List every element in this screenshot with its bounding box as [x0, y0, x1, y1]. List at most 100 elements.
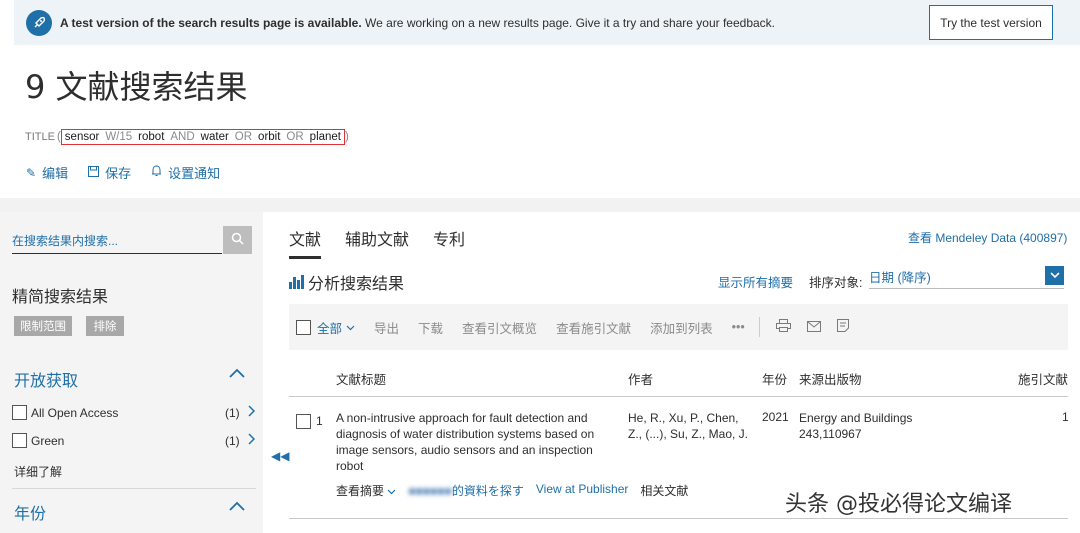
column-year[interactable]: 年份: [762, 369, 787, 388]
search-within-input[interactable]: 在搜索结果内搜索...: [12, 228, 222, 254]
try-test-version-button[interactable]: Try the test version: [929, 5, 1053, 40]
view-abstract-link[interactable]: 查看摘要: [336, 482, 396, 499]
learn-more-link[interactable]: 详细了解: [14, 463, 62, 480]
query-operator: AND: [170, 131, 195, 143]
download-button[interactable]: 下载: [418, 318, 443, 337]
bibliography-icon[interactable]: [836, 319, 849, 335]
filter-green[interactable]: Green (1): [12, 433, 257, 448]
column-title[interactable]: 文献标题: [336, 369, 386, 388]
analyze-label: 分析搜索结果: [308, 276, 405, 293]
tab-secondary-documents[interactable]: 辅助文献: [345, 226, 409, 259]
result-cited-count[interactable]: 1: [1062, 410, 1069, 424]
query-operator: OR: [234, 131, 253, 143]
test-version-banner: A test version of the search results pag…: [14, 0, 1080, 45]
section-divider: [0, 198, 1080, 212]
mendeley-data-link[interactable]: 查看 Mendeley Data (400897): [908, 229, 1067, 246]
toolbar-separator: [758, 317, 760, 337]
checkbox[interactable]: [12, 405, 27, 420]
view-abstract-label: 查看摘要: [336, 484, 385, 498]
query-operator: W/15: [105, 131, 133, 143]
select-all-dropdown[interactable]: 全部: [296, 318, 355, 337]
banner-message: A test version of the search results pag…: [60, 16, 775, 30]
query-highlight-box: sensor W/15 robot AND water OR orbit OR …: [60, 129, 346, 145]
chevron-down-icon[interactable]: [1045, 266, 1064, 285]
checkbox[interactable]: [12, 433, 27, 448]
sort-value: 日期 (降序): [869, 270, 931, 285]
filter-count: (1): [225, 405, 240, 420]
alert-label: 设置通知: [168, 166, 221, 181]
open-access-title[interactable]: 开放获取: [14, 367, 78, 391]
search-within-button[interactable]: [223, 226, 252, 254]
source-title[interactable]: Energy and Buildings: [799, 410, 912, 426]
refine-title: 精简搜索结果: [12, 289, 109, 306]
year-title[interactable]: 年份: [14, 500, 46, 524]
save-label: 保存: [105, 166, 132, 181]
find-resource-label: 的資料を探す: [451, 484, 524, 498]
chevron-down-icon: [387, 489, 396, 495]
tab-documents[interactable]: 文献: [289, 226, 322, 259]
filter-all-open-access[interactable]: All Open Access (1): [12, 405, 257, 420]
set-alert-button[interactable]: 设置通知: [151, 163, 220, 182]
more-options-button[interactable]: •••: [732, 320, 745, 334]
find-resource-link[interactable]: ■■■■■■的資料を探す: [408, 482, 524, 499]
pencil-icon: ✎: [26, 165, 37, 180]
analyze-results-link[interactable]: 分析搜索结果: [289, 270, 404, 294]
query-close-paren: ): [345, 131, 349, 143]
sort-label: 排序对象:: [809, 276, 863, 290]
add-to-list-button[interactable]: 添加到列表: [650, 318, 713, 337]
search-icon: [231, 232, 244, 248]
result-title-link[interactable]: A non-intrusive approach for fault detec…: [336, 410, 616, 474]
row-divider: [289, 518, 1068, 519]
query-term: robot: [138, 131, 165, 143]
sort-select[interactable]: 日期 (降序): [869, 264, 1064, 289]
chevron-right-icon[interactable]: [248, 433, 256, 448]
citation-overview-button[interactable]: 查看引文概览: [462, 318, 537, 337]
results-toolbar: 全部 导出 下载 查看引文概览 查看施引文献 添加到列表 •••: [289, 304, 1068, 350]
chevron-up-icon[interactable]: [228, 366, 248, 386]
blurred-library-name: ■■■■■■: [408, 484, 452, 498]
banner-bold-text: A test version of the search results pag…: [60, 15, 362, 30]
export-button[interactable]: 导出: [374, 318, 399, 337]
related-documents-link[interactable]: 相关文献: [640, 482, 688, 499]
result-links: 查看摘要 ■■■■■■的資料を探す View at Publisher 相关文献: [336, 482, 688, 499]
print-icon[interactable]: [775, 319, 791, 335]
result-authors[interactable]: He, R., Xu, P., Chen, Z., (...), Su, Z.,…: [628, 410, 753, 442]
query-term: orbit: [258, 131, 281, 143]
tab-patents[interactable]: 专利: [433, 226, 465, 259]
filter-label: Green: [31, 433, 65, 448]
refine-sidebar: 在搜索结果内搜索... 精简搜索结果 限制范围 排除 开放获取 All Open…: [0, 212, 263, 533]
watermark: 头条 @投必得论文编译: [785, 492, 1012, 517]
select-all-label: 全部: [317, 321, 343, 336]
save-button[interactable]: 保存: [88, 163, 131, 182]
result-checkbox[interactable]: [296, 414, 311, 429]
query-field-label: TITLE: [25, 131, 55, 143]
query-term: sensor: [64, 131, 100, 143]
view-at-publisher-link[interactable]: View at Publisher: [536, 482, 629, 499]
result-tabs: 文献 辅助文献 专利: [289, 226, 465, 259]
source-detail: 243,110967: [799, 427, 862, 441]
show-all-abstracts-link[interactable]: 显示所有摘要: [718, 272, 793, 291]
filter-label: All Open Access: [31, 405, 119, 420]
query-term: water: [200, 131, 229, 143]
chevron-right-icon[interactable]: [248, 405, 256, 420]
checkbox[interactable]: [296, 319, 311, 335]
result-number: 1: [316, 414, 323, 428]
edit-button[interactable]: ✎ 编辑: [26, 163, 68, 182]
collapse-sidebar-icon[interactable]: ◀◀: [271, 449, 289, 463]
rocket-icon: [26, 9, 52, 36]
chevron-down-icon: [346, 320, 355, 334]
column-authors[interactable]: 作者: [628, 369, 653, 388]
sidebar-divider: [12, 488, 256, 489]
column-cited-by[interactable]: 施引文献: [1018, 369, 1068, 388]
result-year: 2021: [762, 410, 789, 424]
column-source[interactable]: 来源出版物: [799, 369, 862, 388]
chevron-up-icon[interactable]: [228, 499, 248, 519]
floppy-disk-icon: [88, 165, 100, 180]
limit-to-button[interactable]: 限制范围: [14, 316, 72, 336]
result-source: Energy and Buildings 243,110967: [799, 410, 912, 442]
query-operator: OR: [286, 131, 304, 143]
exclude-button[interactable]: 排除: [86, 316, 124, 336]
bell-icon: [151, 165, 162, 180]
email-icon[interactable]: [806, 320, 821, 335]
cited-by-button[interactable]: 查看施引文献: [556, 318, 631, 337]
